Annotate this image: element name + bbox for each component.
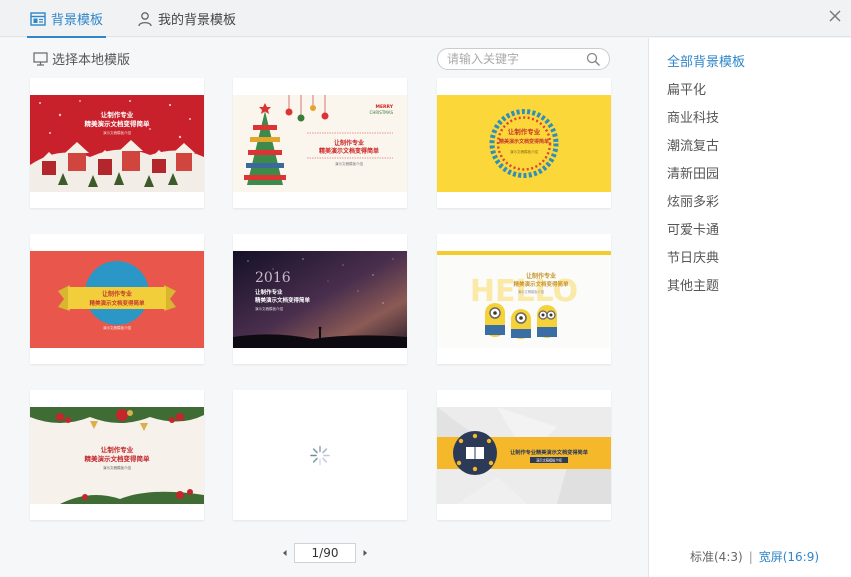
template-title: 让制作专业精美演示文档变得简单 [510, 448, 589, 456]
category-pastoral[interactable]: 清新田园 [667, 163, 719, 182]
category-other[interactable]: 其他主题 [667, 275, 719, 294]
template-title-line1: 让制作专业 [526, 272, 556, 280]
tab-my-background-templates[interactable]: 我的背景模板 [137, 0, 236, 37]
user-icon [138, 11, 152, 26]
template-thumbnail: MERRY CHRISTMAS 让制作专业 精美演示文档变得简单 演示文稿模板介… [233, 95, 407, 192]
category-cartoon[interactable]: 可爱卡通 [667, 219, 719, 238]
template-subtitle: 演示文稿模板介绍 [255, 306, 283, 311]
search-icon[interactable] [586, 52, 601, 67]
template-title-line2: 精美演示文档变得简单 [319, 147, 379, 155]
template-thumbnail: 让制作专业 精美演示文档变得简单 演示文稿模板介绍 [30, 407, 204, 504]
category-retro[interactable]: 潮流复古 [667, 135, 719, 154]
category-business-tech[interactable]: 商业科技 [667, 107, 719, 126]
template-subtitle: 演示文稿模板介绍 [518, 289, 545, 294]
template-title-line1: 让制作专业 [101, 445, 134, 454]
tab-label: 背景模板 [51, 13, 104, 28]
template-subtitle: 演示文稿模板介绍 [103, 465, 131, 470]
template-title-line1: 让制作专业 [508, 127, 541, 136]
category-festival[interactable]: 节日庆典 [667, 247, 719, 266]
template-card[interactable]: 2016 让制作专业 精美演示文档变得简单 演示文稿模板介绍 [233, 234, 407, 364]
template-gallery: 选择本地模版 请输入关键字 让制作专业 精美演示文档变得简单 演示文稿模板介绍 … [0, 38, 648, 577]
template-subtitle: 演示文稿模板介绍 [103, 325, 131, 330]
top-tab-bar: 背景模板 我的背景模板 [0, 0, 851, 38]
year-text: 2016 [255, 270, 291, 286]
search-box [437, 48, 610, 70]
template-card[interactable]: 让制作专业 精美演示文档变得简单 演示文稿模板介绍 [30, 78, 204, 208]
template-title-line2: 精美演示文档变得简单 [85, 119, 151, 128]
ratio-standard-option[interactable]: 标准(4:3) [690, 548, 743, 565]
select-local-template-label: 选择本地模版 [52, 53, 131, 68]
close-icon[interactable] [827, 8, 843, 24]
template-card[interactable]: HELLO 让制作专业 精美演示文档变得简单 演示文稿模板介绍 [437, 234, 611, 364]
template-card[interactable]: 让制作专业 精美演示文档变得简单 演示文稿模板介绍 [30, 234, 204, 364]
category-flat[interactable]: 扁平化 [667, 79, 706, 98]
template-title-line1: 让制作专业 [101, 110, 134, 119]
template-title-line2: 精美演示文档变得简单 [85, 454, 151, 463]
template-subtitle: 演示文稿模板介绍 [335, 161, 363, 166]
template-icon [30, 11, 46, 26]
template-title-line1: 让制作专业 [334, 139, 364, 147]
category-all[interactable]: 全部背景模板 [667, 51, 745, 70]
search-input[interactable] [447, 51, 587, 67]
template-card-loading[interactable] [233, 390, 407, 520]
template-title-line2: 精美演示文档变得简单 [499, 138, 549, 145]
template-thumbnail: 让制作专业精美演示文档变得简单 演示文稿模板介绍 [437, 407, 611, 504]
category-sidebar: 全部背景模板 扁平化 商业科技 潮流复古 清新田园 炫丽多彩 可爱卡通 节日庆典… [648, 38, 851, 577]
template-subtitle: 演示文稿模板介绍 [103, 130, 131, 135]
tab-label: 我的背景模板 [158, 13, 237, 28]
christmas-text: CHRISTMAS [370, 110, 394, 115]
select-local-template-button[interactable]: 选择本地模版 [33, 49, 130, 68]
template-card[interactable]: 让制作专业 精美演示文档变得简单 演示文稿模板介绍 [437, 78, 611, 208]
page-indicator[interactable]: 1/90 [294, 543, 356, 563]
ratio-widescreen-option[interactable]: 宽屏(16:9) [759, 548, 819, 565]
template-thumbnail: 让制作专业 精美演示文档变得简单 演示文稿模板介绍 [30, 95, 204, 192]
ratio-separator: | [748, 549, 753, 564]
template-thumbnail: 让制作专业 精美演示文档变得简单 演示文稿模板介绍 [437, 95, 611, 192]
category-colorful[interactable]: 炫丽多彩 [667, 191, 719, 210]
template-thumbnail: 让制作专业 精美演示文档变得简单 演示文稿模板介绍 [30, 251, 204, 348]
monitor-icon [33, 51, 48, 66]
template-subtitle: 演示文稿模板介绍 [510, 149, 538, 154]
pagination: 1/90 [280, 543, 370, 563]
template-title-line2: 精美演示文档变得简单 [89, 299, 145, 307]
template-thumbnail [233, 407, 407, 504]
template-card[interactable]: 让制作专业精美演示文档变得简单 演示文稿模板介绍 [437, 390, 611, 520]
triangle-right-icon[interactable] [360, 548, 370, 558]
loading-spinner-icon [233, 407, 407, 504]
template-thumbnail: HELLO 让制作专业 精美演示文档变得简单 演示文稿模板介绍 [437, 251, 611, 348]
template-title-line1: 让制作专业 [255, 288, 283, 296]
template-card[interactable]: MERRY CHRISTMAS 让制作专业 精美演示文档变得简单 演示文稿模板介… [233, 78, 407, 208]
aspect-ratio-switch: 标准(4:3) | 宽屏(16:9) [690, 548, 819, 565]
template-thumbnail: 2016 让制作专业 精美演示文档变得简单 演示文稿模板介绍 [233, 251, 407, 348]
template-subtitle: 演示文稿模板介绍 [536, 458, 562, 463]
template-title-line2: 精美演示文档变得简单 [255, 296, 311, 304]
template-card[interactable]: 让制作专业 精美演示文档变得简单 演示文稿模板介绍 [30, 390, 204, 520]
triangle-left-icon[interactable] [280, 548, 290, 558]
tab-background-templates[interactable]: 背景模板 [26, 0, 107, 38]
template-title-line1: 让制作专业 [102, 290, 132, 298]
template-title-line2: 精美演示文档变得简单 [513, 280, 569, 288]
